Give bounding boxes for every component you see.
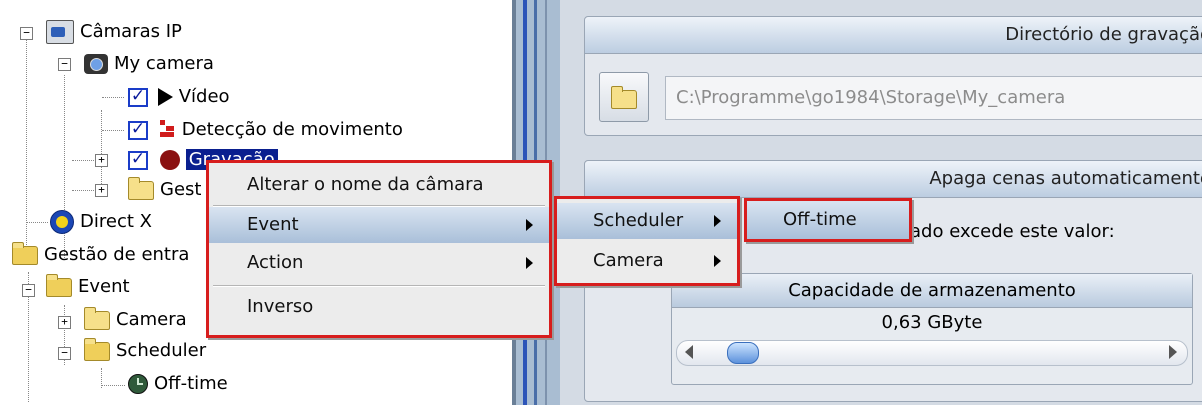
tree-node-ip-cameras[interactable]: Câmaras IP: [46, 18, 182, 46]
scheduler-submenu: Off-time: [744, 198, 912, 242]
tree-node-label: Detecção de movimento: [181, 119, 403, 140]
menu-item-camera[interactable]: Camera: [557, 243, 737, 279]
storage-capacity-box: Capacidade de armazenamento 0,63 GByte: [671, 273, 1193, 385]
menu-item-inverse[interactable]: Inverso: [209, 289, 549, 325]
storage-capacity-value: 0,63 GByte: [881, 312, 983, 333]
folder-open-icon: [84, 337, 110, 361]
expand-expander[interactable]: +: [95, 154, 108, 167]
menu-item-label: Camera: [593, 250, 664, 271]
tree-node-label: Off-time: [154, 373, 228, 394]
tree-node-label: Scheduler: [116, 340, 207, 361]
folder-icon: [128, 176, 154, 200]
motion-detection-icon: [158, 120, 176, 140]
collapse-expander[interactable]: −: [20, 27, 33, 40]
menu-item-action[interactable]: Action: [209, 245, 549, 281]
tree-node-directx[interactable]: Direct X: [50, 208, 152, 236]
folder-icon: [84, 306, 110, 330]
event-submenu: Scheduler Camera: [554, 196, 740, 286]
tree-node-off-time[interactable]: Off-time: [128, 370, 228, 398]
submenu-arrow-icon: [714, 255, 721, 267]
tree-node-management[interactable]: Gest: [128, 176, 201, 204]
menu-item-event[interactable]: Event: [209, 207, 549, 243]
menu-item-label: Scheduler: [593, 210, 684, 231]
menu-item-label: Event: [247, 214, 299, 235]
recording-directory-title: Directório de gravação: [585, 17, 1202, 54]
tree-node-label: Câmaras IP: [80, 21, 182, 42]
tree-node-scheduler[interactable]: Scheduler: [84, 337, 206, 365]
menu-item-off-time[interactable]: Off-time: [747, 201, 909, 239]
tree-node-label: Event: [78, 276, 130, 297]
auto-delete-title: Apaga cenas automaticamente: [585, 161, 1202, 198]
browse-folder-button[interactable]: [599, 72, 649, 122]
recording-path-field[interactable]: C:\Programme\go1984\Storage\My_camera: [665, 76, 1202, 120]
menu-item-label: Action: [247, 252, 304, 273]
checkbox-checked[interactable]: ✓: [128, 87, 148, 107]
tree-node-label: Gest: [160, 179, 202, 200]
clock-icon: [128, 374, 148, 394]
collapse-expander[interactable]: −: [58, 347, 71, 360]
tree-node-label: Vídeo: [178, 86, 230, 107]
tree-node-event[interactable]: Event: [46, 273, 130, 301]
tree-node-label: My camera: [114, 53, 214, 74]
play-icon: [157, 88, 173, 106]
record-icon: [159, 150, 180, 170]
storage-capacity-title: Capacidade de armazenamento: [672, 274, 1192, 308]
expand-expander[interactable]: +: [95, 184, 108, 197]
checkbox-checked[interactable]: ✓: [128, 120, 148, 140]
collapse-expander[interactable]: −: [58, 58, 71, 71]
submenu-arrow-icon: [714, 215, 721, 227]
menu-item-scheduler[interactable]: Scheduler: [557, 203, 737, 239]
slider-thumb[interactable]: [726, 342, 759, 364]
folder-open-icon: [46, 273, 72, 297]
folder-icon: [611, 86, 637, 109]
tree-node-video[interactable]: ✓ Vídeo: [128, 83, 230, 111]
tree-node-label: Camera: [116, 309, 187, 330]
scroll-right-arrow[interactable]: [1169, 345, 1177, 359]
tree-node-motion-detection[interactable]: ✓ Detecção de movimento: [128, 116, 403, 144]
folder-open-icon: [12, 241, 38, 265]
expand-expander[interactable]: +: [58, 316, 71, 329]
tree-node-label: Gestão de entra: [44, 244, 190, 265]
directx-icon: [50, 210, 74, 234]
tree-node-label: Direct X: [80, 211, 152, 232]
ip-cameras-icon: [46, 20, 74, 44]
submenu-arrow-icon: [526, 219, 533, 231]
auto-delete-text: ado excede este valor:: [910, 221, 1115, 242]
recording-directory-group: Directório de gravação C:\Programme\go19…: [584, 16, 1202, 136]
collapse-expander[interactable]: −: [22, 284, 35, 297]
tree-node-input-management[interactable]: Gestão de entra: [12, 241, 189, 269]
checkbox-checked[interactable]: ✓: [128, 150, 148, 170]
storage-capacity-slider[interactable]: [676, 340, 1188, 366]
menu-item-rename-camera[interactable]: Alterar o nome da câmara: [209, 167, 549, 203]
tree-node-my-camera[interactable]: My camera: [84, 50, 214, 78]
submenu-arrow-icon: [526, 257, 533, 269]
tree-node-camera[interactable]: Camera: [84, 306, 187, 334]
camera-icon: [84, 54, 108, 74]
scroll-left-arrow[interactable]: [685, 345, 693, 359]
context-menu: Alterar o nome da câmara Event Action In…: [206, 160, 552, 338]
